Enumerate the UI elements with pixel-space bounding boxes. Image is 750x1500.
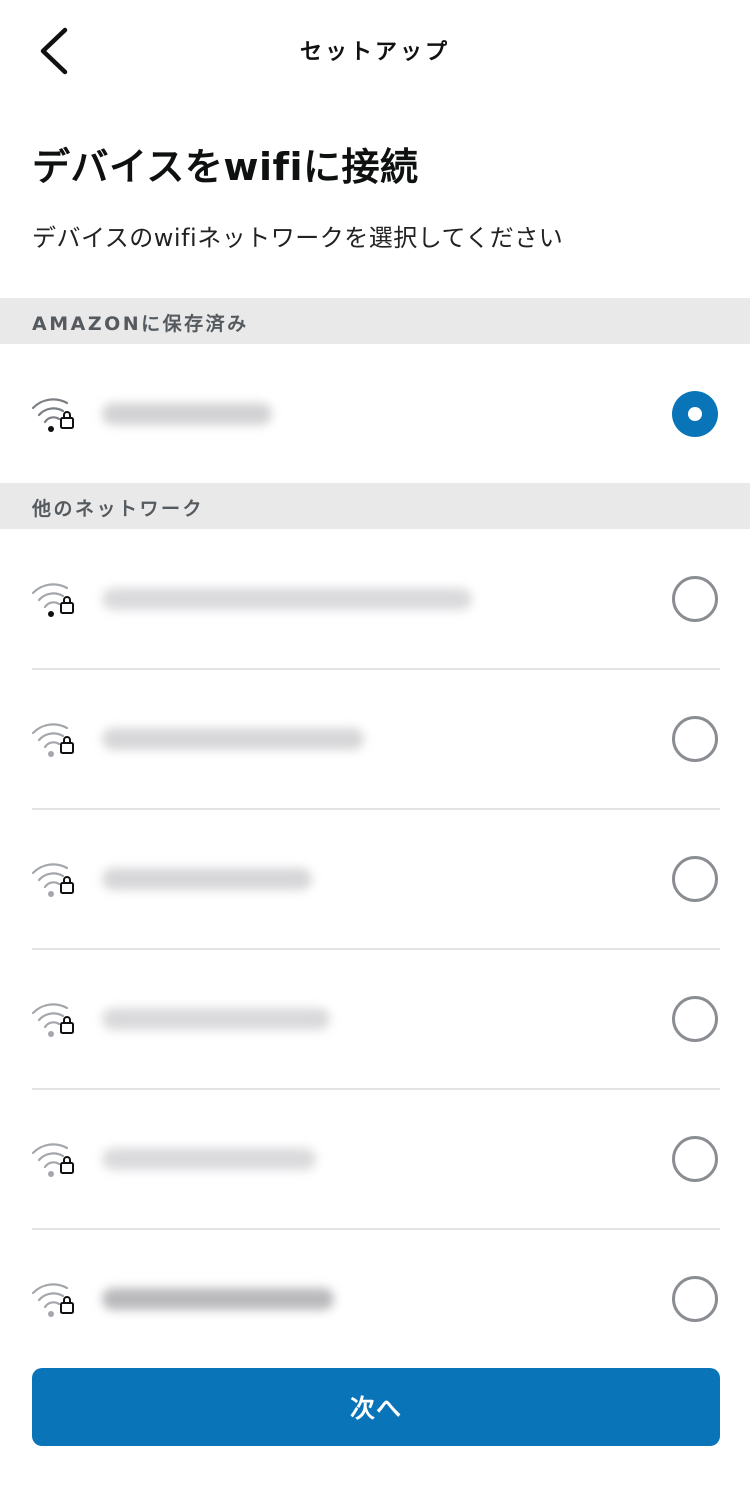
network-name-blurred [102,1288,334,1310]
section-header-saved: AMAZONに保存済み [0,298,750,344]
page-title: デバイスをwifiに接続 [32,145,419,189]
section-label-other: 他のネットワーク [32,498,205,520]
network-name-blurred [102,588,472,610]
wifi-lock-icon [31,583,74,617]
section-header-other: 他のネットワーク [0,483,750,529]
radio-unselected[interactable] [672,1136,718,1182]
network-name-blurred [102,728,364,750]
network-name-blurred [102,403,272,425]
top-bar: セットアップ [0,0,750,100]
next-button[interactable]: 次へ [32,1368,720,1446]
section-label-saved: AMAZONに保存済み [32,313,249,335]
wifi-lock-icon [31,1003,74,1037]
wifi-lock-icon [31,863,74,897]
network-row[interactable] [0,669,750,809]
network-row-saved[interactable] [0,344,750,484]
network-row[interactable] [0,949,750,1089]
radio-unselected[interactable] [672,716,718,762]
radio-unselected[interactable] [672,996,718,1042]
page-subtitle: デバイスのwifiネットワークを選択してください [32,224,564,252]
network-row[interactable] [0,1089,750,1229]
wifi-lock-icon [31,398,74,432]
network-row[interactable] [0,1229,750,1369]
next-button-label: 次へ [349,1394,402,1423]
network-row[interactable] [0,529,750,669]
network-name-blurred [102,1008,330,1030]
wifi-lock-icon [31,1143,74,1177]
radio-unselected[interactable] [672,576,718,622]
network-name-blurred [102,1148,316,1170]
network-row[interactable] [0,809,750,949]
wifi-lock-icon [31,1283,74,1317]
radio-selected[interactable] [672,391,718,437]
radio-unselected[interactable] [672,856,718,902]
wifi-lock-icon [31,723,74,757]
header-title: セットアップ [299,40,450,65]
radio-unselected[interactable] [672,1276,718,1322]
network-name-blurred [102,868,312,890]
